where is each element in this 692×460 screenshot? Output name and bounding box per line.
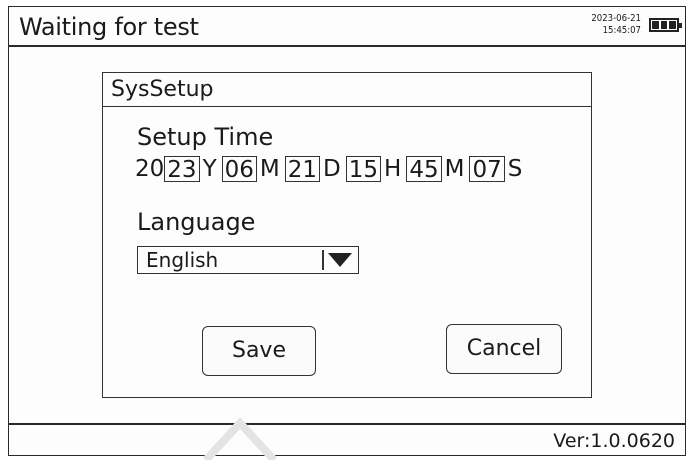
cancel-button[interactable]: Cancel xyxy=(446,324,562,374)
second-unit: S xyxy=(507,156,523,182)
day-field[interactable]: 21 xyxy=(284,156,321,183)
watermark-triangle-icon xyxy=(203,417,277,460)
language-select[interactable]: English xyxy=(137,246,359,274)
dialog-title: SysSetup xyxy=(103,73,591,107)
setup-time-row: 20 23 Y 06 M 21 D 15 H 45 M 07 S xyxy=(135,155,527,183)
select-divider xyxy=(322,250,324,270)
version-label: Ver:1.0.0620 xyxy=(553,430,675,452)
minute-unit: M xyxy=(444,156,465,182)
year-unit: Y xyxy=(202,156,217,182)
day-unit: D xyxy=(323,156,341,182)
setup-time-label: Setup Time xyxy=(137,123,274,151)
month-field[interactable]: 06 xyxy=(221,156,257,183)
battery-cell xyxy=(669,21,677,29)
language-selected-value: English xyxy=(146,248,219,272)
page-title: Waiting for test xyxy=(19,13,199,41)
year-prefix: 20 xyxy=(135,156,165,182)
status-date: 2023-06-21 xyxy=(591,13,641,24)
save-button[interactable]: Save xyxy=(202,326,316,376)
language-label: Language xyxy=(137,208,256,236)
title-bar: Waiting for test 2023-06-21 15:45:07 xyxy=(9,7,685,47)
status-clock: 2023-06-21 15:45:07 xyxy=(591,13,641,37)
hour-unit: H xyxy=(384,156,402,182)
year-field[interactable]: 23 xyxy=(164,156,200,183)
minute-field[interactable]: 45 xyxy=(406,156,442,183)
hour-field[interactable]: 15 xyxy=(345,156,382,183)
month-unit: M xyxy=(259,156,280,182)
battery-icon xyxy=(649,18,682,32)
battery-cell xyxy=(652,21,659,29)
dropdown-arrow-icon[interactable] xyxy=(328,253,352,267)
second-field[interactable]: 07 xyxy=(469,156,505,183)
status-time: 15:45:07 xyxy=(602,25,641,36)
status-footer: Ver:1.0.0620 xyxy=(9,423,685,455)
battery-cell xyxy=(660,21,668,29)
